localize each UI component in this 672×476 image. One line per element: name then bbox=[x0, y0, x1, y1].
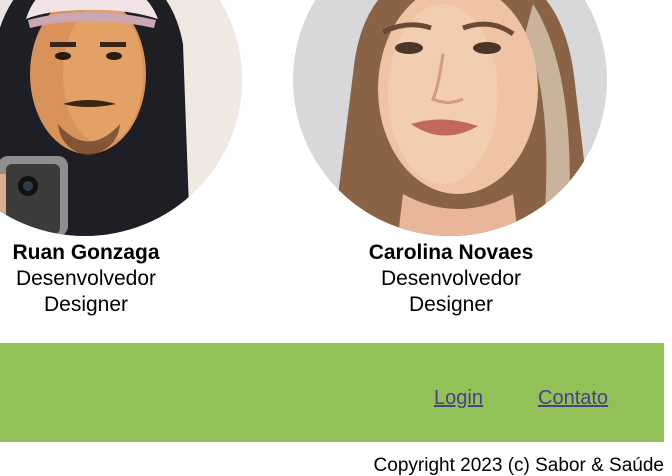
team-photo-carolina-image bbox=[293, 0, 607, 236]
login-link[interactable]: Login bbox=[434, 387, 483, 410]
team-member-role: Desenvolvedor bbox=[15, 267, 157, 290]
team-card-1: Ruan Gonzaga Desenvolvedor Designer bbox=[0, 240, 186, 318]
footer-nav: Login Contato bbox=[0, 343, 664, 442]
team-member-name: Carolina Novaes bbox=[368, 241, 534, 264]
team-photo-carolina bbox=[293, 0, 607, 236]
team-member-role: Desenvolvedor bbox=[380, 267, 522, 290]
team-photo-ruan-image bbox=[0, 0, 242, 236]
team-card-2: Carolina Novaes Desenvolvedor Designer bbox=[341, 240, 561, 318]
team-member-role: Designer bbox=[408, 293, 494, 316]
team-member-role: Designer bbox=[43, 293, 129, 316]
page-edge bbox=[664, 0, 672, 476]
contato-link[interactable]: Contato bbox=[538, 387, 608, 410]
page: Ruan Gonzaga Desenvolvedor Designer Caro… bbox=[0, 0, 672, 476]
team-photo-ruan bbox=[0, 0, 242, 236]
copyright-text: Copyright 2023 (c) Sabor & Saúde bbox=[373, 455, 664, 476]
team-member-name: Ruan Gonzaga bbox=[12, 241, 160, 264]
